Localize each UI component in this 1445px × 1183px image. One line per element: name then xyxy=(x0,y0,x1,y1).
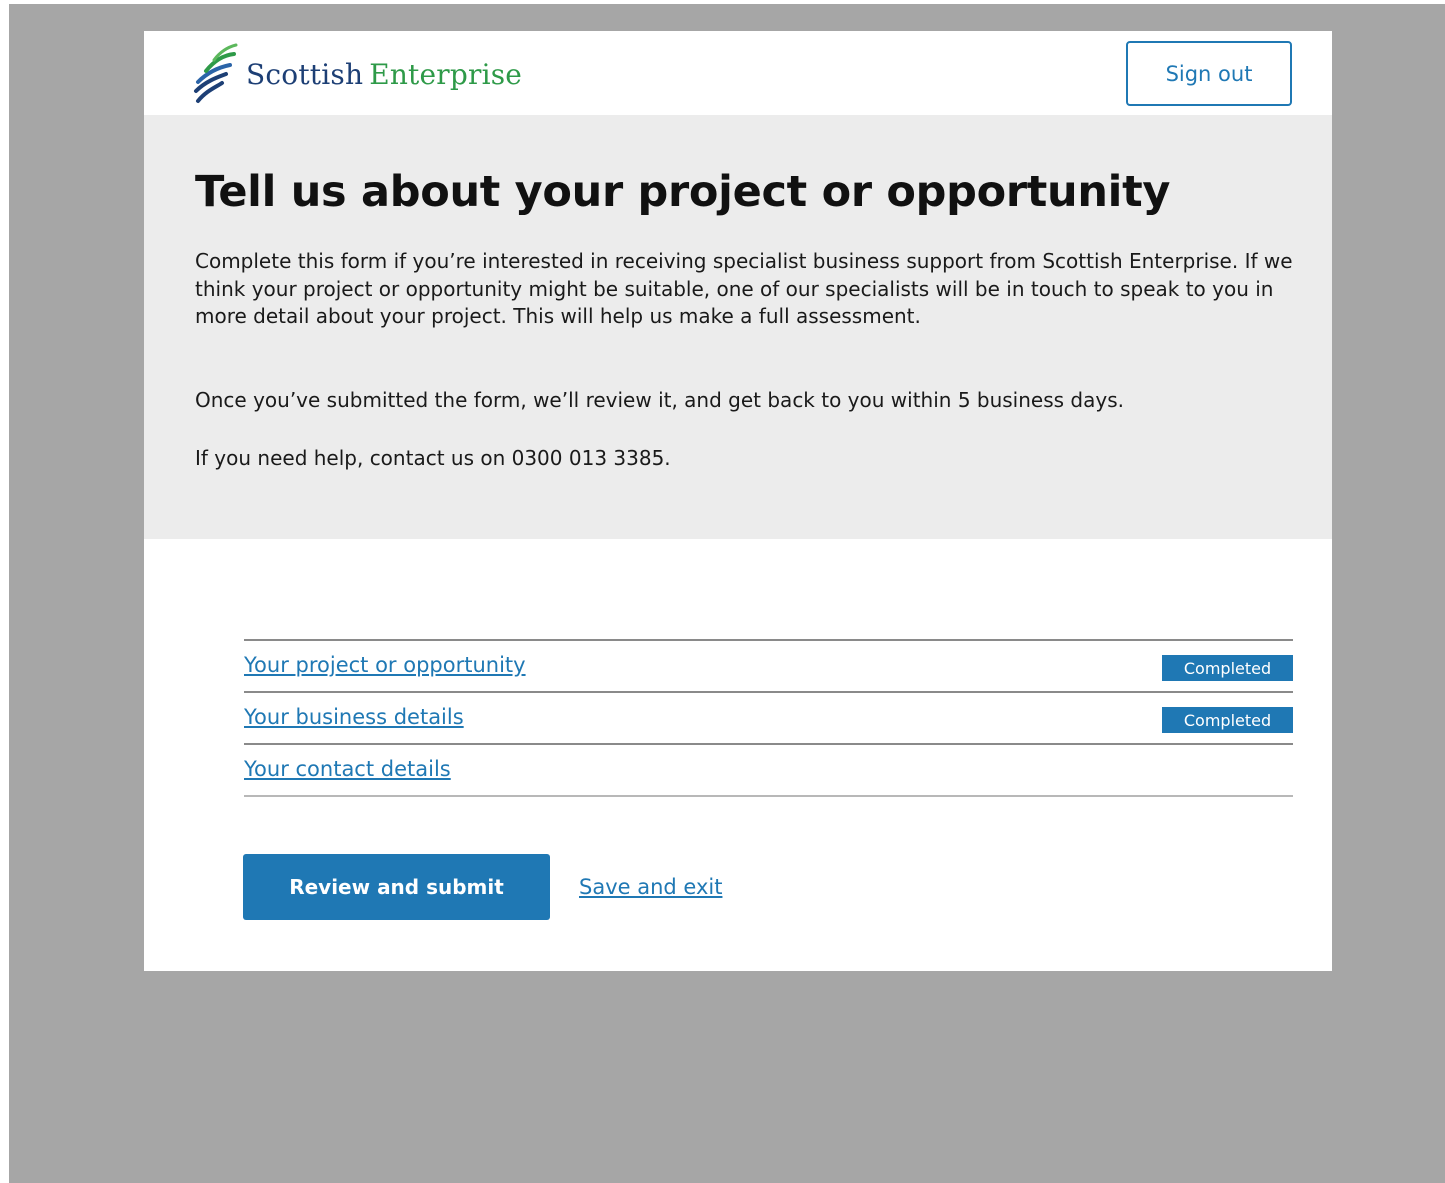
task-link-contact[interactable]: Your contact details xyxy=(244,757,451,781)
status-badge-completed: Completed xyxy=(1162,707,1293,733)
intro-panel: Tell us about your project or opportunit… xyxy=(144,115,1332,539)
save-and-exit-link[interactable]: Save and exit xyxy=(579,875,722,899)
page-title: Tell us about your project or opportunit… xyxy=(195,167,1171,217)
task-link-project[interactable]: Your project or opportunity xyxy=(244,653,526,677)
task-list: Your project or opportunity Completed Yo… xyxy=(244,639,1293,797)
logo-word-scottish: Scottish xyxy=(246,57,364,91)
site-header: Scottish Enterprise Sign out xyxy=(144,31,1332,115)
status-badge-completed: Completed xyxy=(1162,655,1293,681)
logo-wordmark: Scottish Enterprise xyxy=(246,58,522,91)
logo-word-enterprise: Enterprise xyxy=(369,57,523,91)
task-row-contact: Your contact details xyxy=(244,745,1293,797)
intro-paragraph: Complete this form if you’re interested … xyxy=(195,249,1293,328)
review-time-paragraph: Once you’ve submitted the form, we’ll re… xyxy=(195,388,1124,412)
help-contact-paragraph: If you need help, contact us on 0300 013… xyxy=(195,446,671,470)
task-link-business[interactable]: Your business details xyxy=(244,705,464,729)
stripes-logo-icon xyxy=(194,43,238,103)
scottish-enterprise-logo[interactable]: Scottish Enterprise xyxy=(192,43,522,105)
task-row-project: Your project or opportunity Completed xyxy=(244,641,1293,693)
sign-out-button[interactable]: Sign out xyxy=(1126,41,1292,106)
review-and-submit-button[interactable]: Review and submit xyxy=(243,854,550,920)
form-card: Scottish Enterprise Sign out Tell us abou… xyxy=(144,31,1332,971)
task-row-business: Your business details Completed xyxy=(244,693,1293,745)
